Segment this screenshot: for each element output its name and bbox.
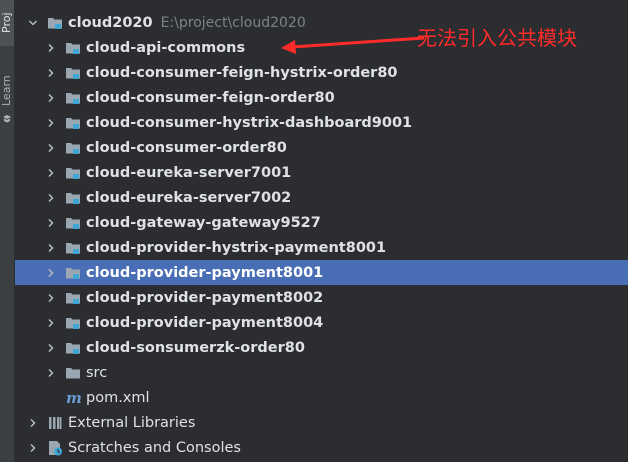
- tree-row-external-libraries[interactable]: External Libraries: [15, 410, 628, 435]
- chevron-right-icon[interactable]: [45, 367, 57, 379]
- chevron-down-icon[interactable]: [27, 17, 39, 29]
- tree-row-module[interactable]: cloud-sonsumerzk-order80: [15, 335, 628, 360]
- tree-row-module[interactable]: cloud-consumer-order80: [15, 135, 628, 160]
- pom-file-label: pom.xml: [86, 389, 150, 406]
- module-name: cloud-consumer-order80: [86, 139, 287, 156]
- scratches-icon: [47, 440, 63, 456]
- tree-row-module[interactable]: cloud-eureka-server7002: [15, 185, 628, 210]
- chevron-right-icon[interactable]: [45, 67, 57, 79]
- module-name: cloud-sonsumerzk-order80: [86, 339, 305, 356]
- module-folder-icon: [65, 340, 81, 356]
- tree-row-module[interactable]: cloud-provider-payment8001: [15, 260, 628, 285]
- libraries-icon: [47, 415, 63, 431]
- module-name: cloud-eureka-server7002: [86, 189, 292, 206]
- chevron-right-icon[interactable]: [45, 292, 57, 304]
- tree-row-module[interactable]: cloud-provider-hystrix-payment8001: [15, 235, 628, 260]
- tree-row-scratches[interactable]: Scratches and Consoles: [15, 435, 628, 460]
- module-folder-icon: [65, 140, 81, 156]
- module-name: cloud-gateway-gateway9527: [86, 214, 321, 231]
- tree-row-module[interactable]: cloud-eureka-server7001: [15, 160, 628, 185]
- module-name: cloud-consumer-hystrix-dashboard9001: [86, 114, 413, 131]
- project-tree: cloud2020 E:\project\cloud2020 cloud-api…: [15, 0, 628, 462]
- chevron-right-icon[interactable]: [45, 117, 57, 129]
- maven-icon: m: [65, 390, 81, 406]
- module-folder-icon: [65, 65, 81, 81]
- svg-text:m: m: [66, 390, 81, 406]
- chevron-right-icon[interactable]: [45, 217, 57, 229]
- tree-row-module[interactable]: cloud-consumer-feign-order80: [15, 85, 628, 110]
- module-folder-icon: [65, 265, 81, 281]
- chevron-right-icon[interactable]: [45, 42, 57, 54]
- tree-row-src[interactable]: src: [15, 360, 628, 385]
- learn-icon[interactable]: [2, 114, 12, 124]
- scratches-label: Scratches and Consoles: [68, 439, 241, 456]
- external-libraries-label: External Libraries: [68, 414, 196, 431]
- module-folder-icon: [65, 290, 81, 306]
- annotation-text: 无法引入公共模块: [417, 26, 577, 50]
- module-name: cloud-consumer-feign-hystrix-order80: [86, 64, 398, 81]
- chevron-right-icon[interactable]: [45, 92, 57, 104]
- module-folder-icon: [47, 15, 63, 31]
- chevron-right-icon[interactable]: [45, 167, 57, 179]
- chevron-right-icon[interactable]: [45, 267, 57, 279]
- tree-row-module[interactable]: cloud-consumer-feign-hystrix-order80: [15, 60, 628, 85]
- left-tool-strip: Proj Learn: [0, 0, 15, 462]
- tree-row-module[interactable]: cloud-consumer-hystrix-dashboard9001: [15, 110, 628, 135]
- module-folder-icon: [65, 190, 81, 206]
- module-name: cloud-provider-payment8002: [86, 289, 324, 306]
- chevron-right-icon[interactable]: [45, 342, 57, 354]
- module-name: cloud-provider-payment8004: [86, 314, 324, 331]
- module-folder-icon: [65, 215, 81, 231]
- module-folder-icon: [65, 165, 81, 181]
- folder-icon: [65, 365, 81, 381]
- module-folder-icon: [65, 115, 81, 131]
- chevron-right-icon[interactable]: [45, 142, 57, 154]
- module-name: cloud-provider-payment8001: [86, 264, 324, 281]
- tree-row-module[interactable]: cloud-provider-payment8004: [15, 310, 628, 335]
- module-name: cloud-provider-hystrix-payment8001: [86, 239, 387, 256]
- chevron-right-icon[interactable]: [27, 442, 39, 454]
- project-tool-tab[interactable]: Proj: [0, 0, 14, 46]
- chevron-right-icon[interactable]: [45, 242, 57, 254]
- src-folder-label: src: [86, 364, 108, 381]
- learn-tool-tab[interactable]: Learn: [0, 70, 14, 112]
- module-folder-icon: [65, 315, 81, 331]
- module-name: cloud-eureka-server7001: [86, 164, 292, 181]
- module-folder-icon: [65, 240, 81, 256]
- root-project-name: cloud2020: [68, 14, 153, 31]
- chevron-right-icon[interactable]: [45, 192, 57, 204]
- chevron-right-icon[interactable]: [27, 417, 39, 429]
- module-folder-icon: [65, 90, 81, 106]
- module-name: cloud-api-commons: [86, 39, 246, 56]
- tree-row-module[interactable]: cloud-gateway-gateway9527: [15, 210, 628, 235]
- annotation-arrow: [281, 36, 425, 54]
- tree-row-pom[interactable]: m pom.xml: [15, 385, 628, 410]
- module-folder-icon: [65, 40, 81, 56]
- module-name: cloud-consumer-feign-order80: [86, 89, 335, 106]
- project-tool-window: Proj Learn cloud2020 E:\project\cloud202…: [0, 0, 628, 462]
- tree-row-module[interactable]: cloud-provider-payment8002: [15, 285, 628, 310]
- chevron-right-icon[interactable]: [45, 317, 57, 329]
